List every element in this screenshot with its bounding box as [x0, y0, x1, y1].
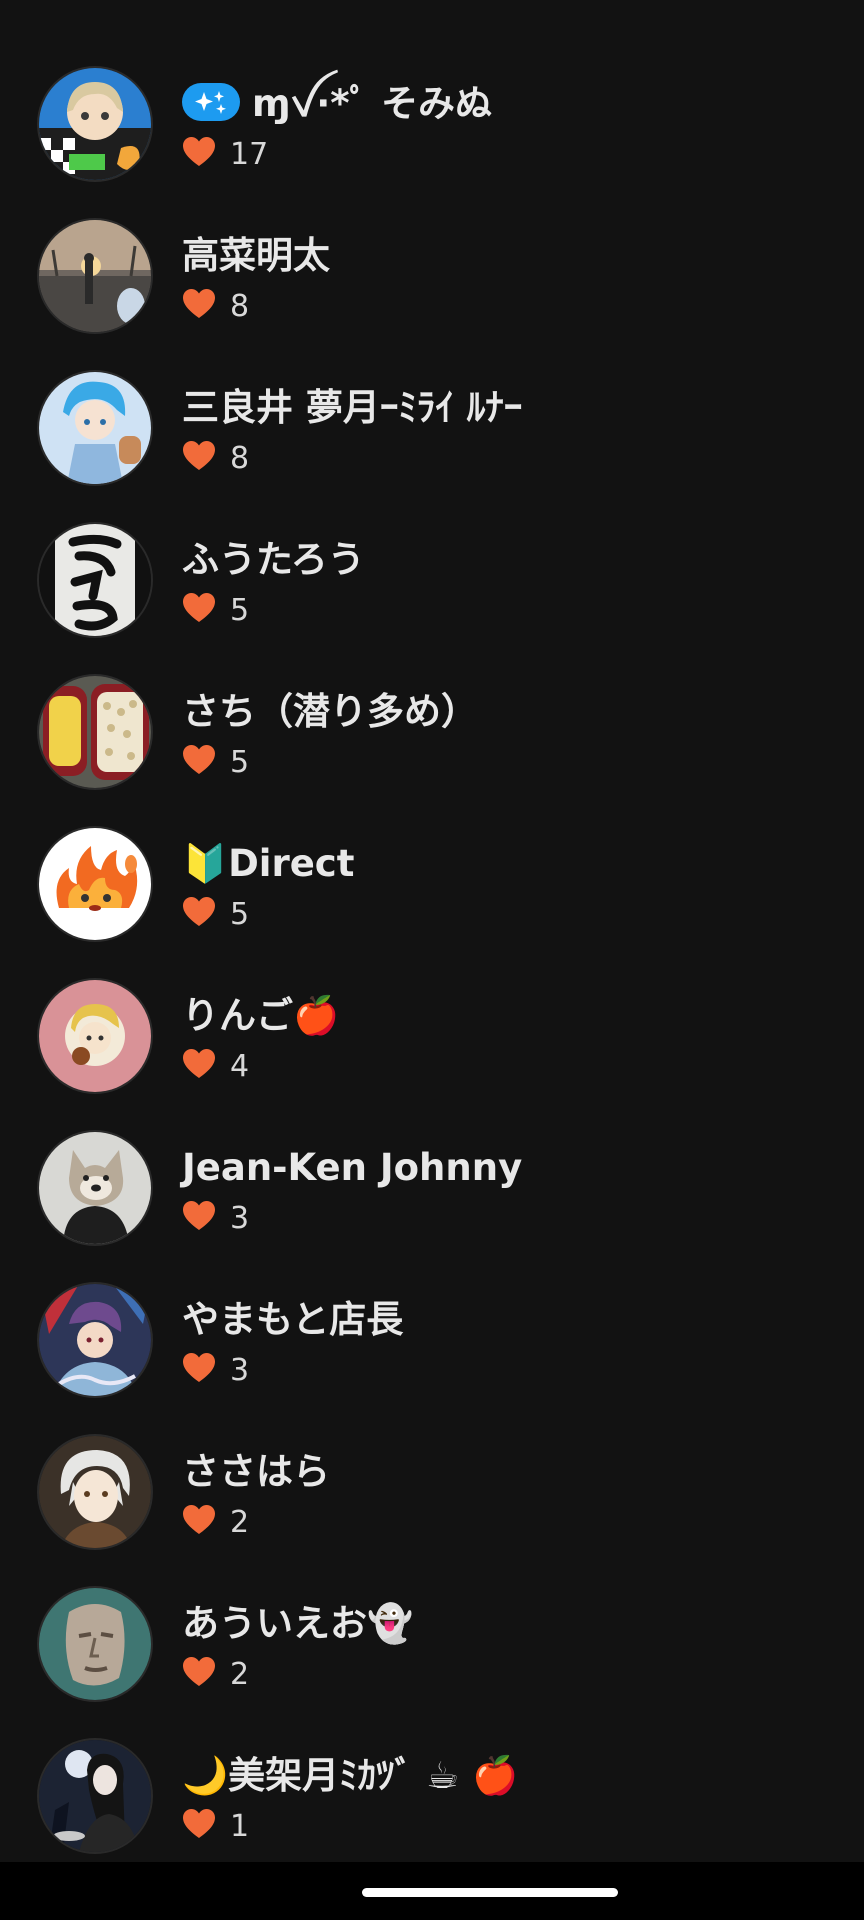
avatar[interactable]	[39, 1436, 151, 1548]
avatar[interactable]	[39, 220, 151, 332]
avatar[interactable]	[39, 524, 151, 636]
heart-icon	[182, 136, 216, 168]
list-item[interactable]: 三良井 夢月ｰﾐﾗｲ ﾙﾅｰ 8	[0, 354, 864, 506]
user-name: 🌙美架月ﾐｶﾂﾞ ☕ 🍎	[182, 1754, 519, 1797]
list-item[interactable]: 🌙美架月ﾐｶﾂﾞ ☕ 🍎 1	[0, 1722, 864, 1874]
user-name: ささはら	[182, 1450, 330, 1493]
heart-icon	[182, 1504, 216, 1536]
list-item[interactable]: 高菜明太 8	[0, 202, 864, 354]
like-count-row: 3	[182, 1198, 249, 1238]
user-name: Jean-Ken Johnny	[182, 1146, 523, 1189]
user-name: ɱꪜ·*ﾟ そみぬ	[252, 82, 493, 125]
sparkles-badge-icon	[182, 82, 240, 121]
list-item[interactable]: 🔰Direct 5	[0, 810, 864, 962]
like-count-row: 5	[182, 894, 249, 934]
user-like-list: ɱꪜ·*ﾟ そみぬ 17 高菜明太 8 三良井 夢月ｰﾐﾗｲ ﾙﾅｰ 8 ふうた…	[0, 50, 864, 1874]
like-count-row: 17	[182, 134, 268, 174]
list-item[interactable]: さち（潜り多め） 5	[0, 658, 864, 810]
like-count-row: 3	[182, 1350, 249, 1390]
like-count-row: 5	[182, 590, 249, 630]
heart-icon	[182, 1352, 216, 1384]
user-name: やまもと店長	[182, 1298, 404, 1341]
like-count: 2	[230, 1504, 250, 1540]
like-count-row: 1	[182, 1806, 249, 1846]
list-item[interactable]: りんご🍎 4	[0, 962, 864, 1114]
like-count: 5	[230, 744, 250, 780]
like-count: 8	[230, 288, 250, 324]
avatar[interactable]	[39, 68, 151, 180]
likes-list-screen: ɱꪜ·*ﾟ そみぬ 17 高菜明太 8 三良井 夢月ｰﾐﾗｲ ﾙﾅｰ 8 ふうた…	[0, 0, 864, 1920]
avatar[interactable]	[39, 980, 151, 1092]
list-item[interactable]: Jean-Ken Johnny 3	[0, 1114, 864, 1266]
navigation-bar	[0, 1862, 864, 1920]
avatar[interactable]	[39, 1740, 151, 1852]
like-count: 5	[230, 592, 250, 628]
heart-icon	[182, 1656, 216, 1688]
avatar[interactable]	[39, 828, 151, 940]
avatar[interactable]	[39, 676, 151, 788]
list-item[interactable]: ささはら 2	[0, 1418, 864, 1570]
like-count-row: 2	[182, 1654, 249, 1694]
list-item[interactable]: あういえお👻 2	[0, 1570, 864, 1722]
like-count: 8	[230, 440, 250, 476]
heart-icon	[182, 744, 216, 776]
list-item[interactable]: ɱꪜ·*ﾟ そみぬ 17	[0, 50, 864, 202]
home-indicator[interactable]	[362, 1888, 618, 1897]
like-count: 4	[230, 1048, 250, 1084]
list-item[interactable]: やまもと店長 3	[0, 1266, 864, 1418]
user-name: ふうたろう	[182, 538, 365, 581]
user-name: 高菜明太	[182, 234, 330, 277]
like-count-row: 2	[182, 1502, 249, 1542]
user-name: 🔰Direct	[182, 842, 355, 885]
like-count-row: 8	[182, 438, 249, 478]
avatar[interactable]	[39, 372, 151, 484]
avatar[interactable]	[39, 1132, 151, 1244]
user-name: りんご🍎	[182, 994, 340, 1037]
user-name: 三良井 夢月ｰﾐﾗｲ ﾙﾅｰ	[182, 386, 523, 429]
heart-icon	[182, 896, 216, 928]
heart-icon	[182, 440, 216, 472]
like-count: 17	[230, 136, 269, 172]
like-count: 1	[230, 1808, 250, 1844]
heart-icon	[182, 1200, 216, 1232]
avatar[interactable]	[39, 1284, 151, 1396]
heart-icon	[182, 1808, 216, 1840]
heart-icon	[182, 288, 216, 320]
like-count: 5	[230, 896, 250, 932]
user-name: さち（潜り多め）	[182, 690, 478, 733]
user-name: あういえお👻	[182, 1602, 414, 1645]
heart-icon	[182, 592, 216, 624]
avatar[interactable]	[39, 1588, 151, 1700]
like-count-row: 5	[182, 742, 249, 782]
heart-icon	[182, 1048, 216, 1080]
like-count: 3	[230, 1200, 250, 1236]
like-count: 2	[230, 1656, 250, 1692]
like-count-row: 8	[182, 286, 249, 326]
list-item[interactable]: ふうたろう 5	[0, 506, 864, 658]
like-count-row: 4	[182, 1046, 249, 1086]
like-count: 3	[230, 1352, 250, 1388]
